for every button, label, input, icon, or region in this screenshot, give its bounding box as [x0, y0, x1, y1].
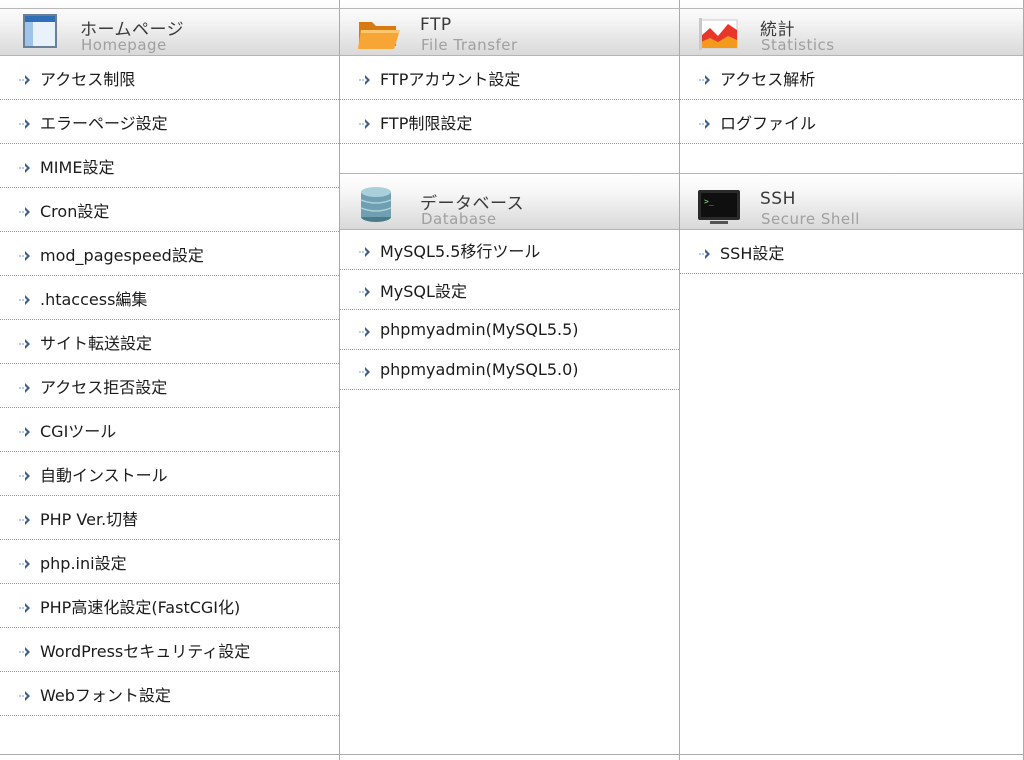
menu-item-label: エラーページ設定 [40, 113, 168, 133]
menu-item-label: ログファイル [720, 113, 817, 133]
menu-item-label: WordPressセキュリティ設定 [40, 641, 251, 661]
menu-item-label: Cron設定 [40, 201, 110, 221]
arrow-bullet-icon [19, 74, 30, 85]
menu-item[interactable]: サイト転送設定 [0, 320, 339, 364]
section-header-ssh: >_ SSH Secure Shell [680, 174, 1023, 230]
menu-item-label: PHP高速化設定(FastCGI化) [40, 597, 241, 617]
statistics-title-en: Statistics [761, 36, 835, 54]
menu-item-label: アクセス解析 [720, 69, 816, 89]
top-rule [0, 8, 1024, 9]
column-homepage: ホームページ Homepage アクセス制限 エラーページ設定 MIME設定 Cron… [0, 0, 339, 760]
statistics-menu: アクセス解析 ログファイル [680, 56, 1023, 144]
menu-item[interactable]: WordPressセキュリティ設定 [0, 628, 339, 672]
arrow-bullet-icon [19, 602, 30, 613]
arrow-bullet-icon [19, 646, 30, 657]
arrow-bullet-icon [19, 558, 30, 569]
menu-item-label: phpmyadmin(MySQL5.5) [380, 320, 579, 339]
outer-bottom-border [0, 754, 1024, 755]
arrow-bullet-icon [699, 118, 710, 129]
database-icon [360, 187, 392, 222]
menu-item-label: FTPアカウント設定 [380, 69, 521, 89]
arrow-bullet-icon [19, 118, 30, 129]
menu-item[interactable]: PHP高速化設定(FastCGI化) [0, 584, 339, 628]
menu-item[interactable]: CGIツール [0, 408, 339, 452]
arrow-bullet-icon [19, 690, 30, 701]
menu-item-label: MySQL5.5移行ツール [380, 241, 541, 261]
browser-window-icon [23, 14, 57, 48]
arrow-bullet-icon [19, 514, 30, 525]
arrow-bullet-icon [19, 470, 30, 481]
homepage-title-en: Homepage [81, 36, 167, 54]
menu-item[interactable]: FTPアカウント設定 [340, 56, 679, 100]
menu-item[interactable]: MySQL5.5移行ツール [340, 230, 679, 270]
ftp-title-en: File Transfer [421, 36, 518, 54]
arrow-bullet-icon [359, 326, 370, 337]
menu-item[interactable]: phpmyadmin(MySQL5.0) [340, 350, 679, 390]
menu-item-label: phpmyadmin(MySQL5.0) [380, 360, 579, 379]
arrow-bullet-icon [19, 382, 30, 393]
menu-item[interactable]: php.ini設定 [0, 540, 339, 584]
arrow-bullet-icon [19, 338, 30, 349]
menu-item[interactable]: mod_pagespeed設定 [0, 232, 339, 276]
ftp-menu: FTPアカウント設定 FTP制限設定 [340, 56, 679, 144]
ssh-menu: SSH設定 [680, 230, 1023, 274]
arrow-bullet-icon [19, 426, 30, 437]
arrow-bullet-icon [359, 286, 370, 297]
arrow-bullet-icon [19, 250, 30, 261]
database-menu: MySQL5.5移行ツール MySQL設定 phpmyadmin(MySQL5.5)… [340, 230, 679, 390]
menu-item[interactable]: Cron設定 [0, 188, 339, 232]
database-title-en: Database [421, 210, 497, 228]
ssh-title-en: Secure Shell [761, 210, 860, 228]
menu-item[interactable]: 自動インストール [0, 452, 339, 496]
menu-item[interactable]: アクセス制限 [0, 56, 339, 100]
menu-item-label: サイト転送設定 [40, 333, 153, 353]
menu-item-label: CGIツール [40, 421, 117, 441]
menu-item[interactable]: アクセス拒否設定 [0, 364, 339, 408]
ssh-title-ja: SSH [760, 189, 796, 209]
menu-item[interactable]: FTP制限設定 [340, 100, 679, 144]
arrow-bullet-icon [359, 366, 370, 377]
svg-text:>_: >_ [704, 197, 714, 206]
section-gap [680, 144, 1023, 174]
menu-item[interactable]: SSH設定 [680, 230, 1023, 274]
arrow-bullet-icon [699, 74, 710, 85]
menu-item[interactable]: .htaccess編集 [0, 276, 339, 320]
homepage-menu: アクセス制限エラーページ設定 MIME設定 Cron設定 mod_pagespeed設… [0, 56, 339, 716]
terminal-icon: >_ [698, 190, 740, 224]
chart-icon [699, 18, 738, 50]
menu-item-label: 自動インストール [40, 465, 168, 485]
arrow-bullet-icon [359, 246, 370, 257]
menu-item-label: MySQL設定 [380, 281, 467, 301]
menu-item-label: MIME設定 [40, 157, 115, 177]
arrow-bullet-icon [359, 118, 370, 129]
section-gap [340, 144, 679, 174]
menu-item-label: Webフォント設定 [40, 685, 171, 705]
menu-item[interactable]: エラーページ設定 [0, 100, 339, 144]
arrow-bullet-icon [19, 294, 30, 305]
menu-item[interactable]: MIME設定 [0, 144, 339, 188]
menu-item-label: .htaccess編集 [40, 289, 148, 309]
menu-item-label: アクセス制限 [40, 69, 136, 89]
menu-item-label: SSH設定 [720, 243, 785, 263]
arrow-bullet-icon [19, 162, 30, 173]
menu-item[interactable]: phpmyadmin(MySQL5.5) [340, 310, 679, 350]
menu-item[interactable]: PHP Ver.切替 [0, 496, 339, 540]
menu-item[interactable]: アクセス解析 [680, 56, 1023, 100]
menu-item[interactable]: ログファイル [680, 100, 1023, 144]
menu-item[interactable]: Webフォント設定 [0, 672, 339, 716]
column-ftp-database: FTP File Transfer FTPアカウント設定 FTP制限設定 データベ… [339, 0, 679, 760]
arrow-bullet-icon [359, 74, 370, 85]
section-header-database: データベース Database [340, 174, 679, 230]
arrow-bullet-icon [19, 206, 30, 217]
arrow-bullet-icon [699, 248, 710, 259]
folder-icon [358, 22, 400, 49]
menu-item-label: php.ini設定 [40, 553, 127, 573]
ftp-title-ja: FTP [420, 15, 452, 35]
menu-item-label: PHP Ver.切替 [40, 509, 139, 529]
menu-item-label: mod_pagespeed設定 [40, 245, 204, 265]
menu-item-label: アクセス拒否設定 [40, 377, 168, 397]
column-statistics-ssh: 統計 Statistics アクセス解析 ログファイル >_ SSH Secure… [679, 0, 1024, 760]
menu-item[interactable]: MySQL設定 [340, 270, 679, 310]
menu-item-label: FTP制限設定 [380, 113, 473, 133]
